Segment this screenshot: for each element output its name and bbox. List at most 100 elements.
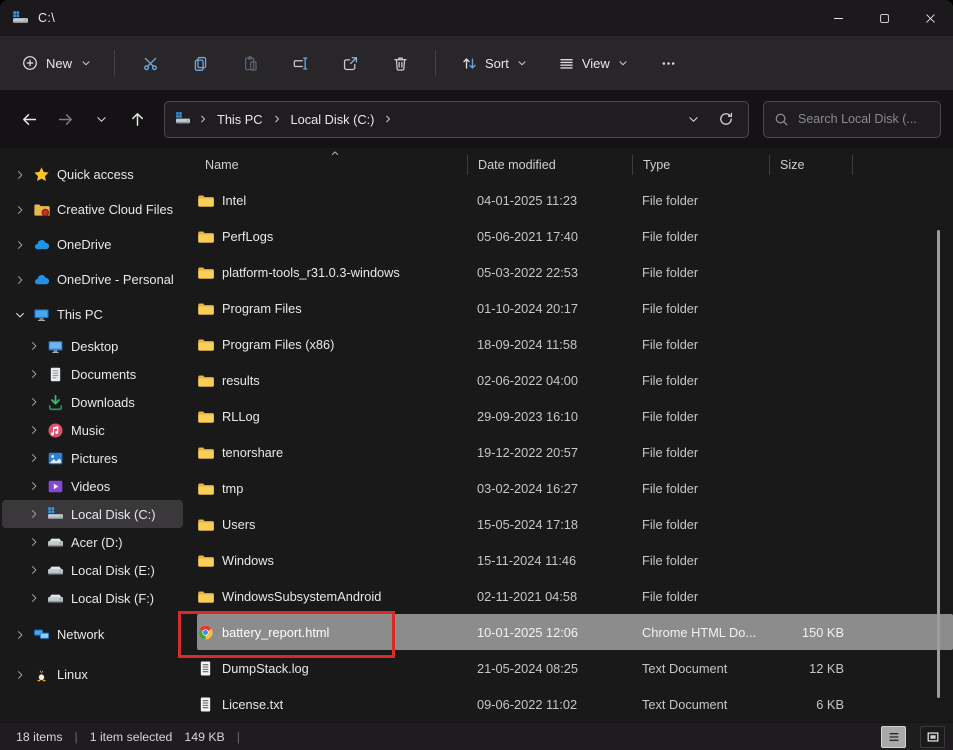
- file-name-cell: tenorshare: [197, 444, 467, 461]
- expander-chevron-icon[interactable]: [28, 368, 40, 380]
- sidebar-item-local-disk-f[interactable]: Local Disk (F:): [2, 584, 183, 612]
- scrollbar-thumb[interactable]: [937, 230, 940, 698]
- expander-chevron-icon[interactable]: [14, 309, 26, 321]
- address-dropdown-icon[interactable]: [687, 113, 700, 126]
- file-row[interactable]: battery_report.html 10-01-2025 12:06 Chr…: [197, 614, 953, 650]
- search-box[interactable]: [763, 101, 941, 138]
- more-options-button[interactable]: [647, 44, 691, 82]
- sidebar-item-local-disk-e[interactable]: Local Disk (E:): [2, 556, 183, 584]
- file-row[interactable]: results 02-06-2022 04:00 File folder: [197, 362, 953, 398]
- recent-locations-button[interactable]: [84, 102, 118, 136]
- file-row[interactable]: Program Files (x86) 18-09-2024 11:58 Fil…: [197, 326, 953, 362]
- sort-button[interactable]: Sort: [449, 44, 540, 82]
- file-name: RLLog: [222, 409, 260, 424]
- file-name: Windows: [222, 553, 274, 568]
- file-row[interactable]: WindowsSubsystemAndroid 02-11-2021 04:58…: [197, 578, 953, 614]
- sidebar-item-desktop[interactable]: Desktop: [2, 332, 183, 360]
- back-button[interactable]: [12, 102, 46, 136]
- sidebar-item-local-disk-c[interactable]: Local Disk (C:): [2, 500, 183, 528]
- minimize-button[interactable]: [815, 0, 861, 36]
- breadcrumb: This PC Local Disk (C:): [197, 109, 394, 130]
- file-name: platform-tools_r31.0.3-windows: [222, 265, 400, 280]
- file-date-modified: 15-05-2024 17:18: [467, 517, 632, 532]
- details-view-button[interactable]: [881, 726, 906, 748]
- expander-chevron-icon[interactable]: [14, 204, 26, 216]
- paste-button[interactable]: [228, 44, 272, 82]
- maximize-button[interactable]: [861, 0, 907, 36]
- up-button[interactable]: [120, 102, 154, 136]
- expander-chevron-icon[interactable]: [28, 480, 40, 492]
- file-icon: [197, 264, 214, 281]
- sidebar-item-acer-d[interactable]: Acer (D:): [2, 528, 183, 556]
- file-date-modified: 01-10-2024 20:17: [467, 301, 632, 316]
- expander-chevron-icon[interactable]: [28, 536, 40, 548]
- sidebar-item-pictures[interactable]: Pictures: [2, 444, 183, 472]
- address-bar[interactable]: This PC Local Disk (C:): [164, 101, 749, 138]
- column-header-type[interactable]: Type: [632, 155, 769, 175]
- sidebar-item-linux[interactable]: Linux: [2, 657, 183, 692]
- column-header-size[interactable]: Size: [769, 155, 852, 175]
- sidebar-item-this-pc[interactable]: This PC: [2, 297, 183, 332]
- sort-icon: [461, 55, 478, 72]
- large-icons-view-button[interactable]: [920, 726, 945, 748]
- file-date-modified: 10-01-2025 12:06: [467, 625, 632, 640]
- file-row[interactable]: License.txt 09-06-2022 11:02 Text Docume…: [197, 686, 953, 722]
- file-row[interactable]: Program Files 01-10-2024 20:17 File fold…: [197, 290, 953, 326]
- breadcrumb-segment[interactable]: Local Disk (C:): [285, 109, 381, 130]
- file-row[interactable]: Intel 04-01-2025 11:23 File folder: [197, 182, 953, 218]
- view-button[interactable]: View: [546, 44, 641, 82]
- column-header-name[interactable]: Name: [197, 155, 467, 175]
- expander-chevron-icon[interactable]: [28, 592, 40, 604]
- refresh-icon[interactable]: [718, 111, 734, 127]
- sidebar-item-documents[interactable]: Documents: [2, 360, 183, 388]
- expander-chevron-icon[interactable]: [28, 424, 40, 436]
- paste-icon: [242, 55, 259, 72]
- expander-chevron-icon[interactable]: [14, 239, 26, 251]
- file-row[interactable]: tenorshare 19-12-2022 20:57 File folder: [197, 434, 953, 470]
- copy-button[interactable]: [178, 44, 222, 82]
- file-row[interactable]: DumpStack.log 21-05-2024 08:25 Text Docu…: [197, 650, 953, 686]
- file-row[interactable]: Users 15-05-2024 17:18 File folder: [197, 506, 953, 542]
- forward-button[interactable]: [48, 102, 82, 136]
- expander-chevron-icon[interactable]: [28, 340, 40, 352]
- expander-chevron-icon[interactable]: [14, 274, 26, 286]
- share-button[interactable]: [328, 44, 372, 82]
- close-button[interactable]: [907, 0, 953, 36]
- expander-chevron-icon[interactable]: [14, 629, 26, 641]
- file-type: Text Document: [632, 697, 769, 712]
- expander-chevron-icon[interactable]: [28, 452, 40, 464]
- file-type: File folder: [632, 517, 769, 532]
- search-input[interactable]: [798, 112, 930, 126]
- sidebar-item-music[interactable]: Music: [2, 416, 183, 444]
- expander-chevron-icon[interactable]: [28, 564, 40, 576]
- breadcrumb-segment[interactable]: This PC: [211, 109, 269, 130]
- delete-button[interactable]: [378, 44, 422, 82]
- file-type: File folder: [632, 445, 769, 460]
- sidebar-item-quick-access[interactable]: Quick access: [2, 157, 183, 192]
- sidebar-item-creative-cloud-files[interactable]: Creative Cloud Files: [2, 192, 183, 227]
- file-row[interactable]: tmp 03-02-2024 16:27 File folder: [197, 470, 953, 506]
- expander-chevron-icon[interactable]: [28, 396, 40, 408]
- file-row[interactable]: Windows 15-11-2024 11:46 File folder: [197, 542, 953, 578]
- new-button[interactable]: New: [10, 47, 104, 79]
- cut-button[interactable]: [128, 44, 172, 82]
- column-header-date-modified[interactable]: Date modified: [467, 155, 632, 175]
- file-type: File folder: [632, 373, 769, 388]
- file-row[interactable]: platform-tools_r31.0.3-windows 05-03-202…: [197, 254, 953, 290]
- sidebar-item-icon: [47, 394, 64, 411]
- expander-chevron-icon[interactable]: [14, 169, 26, 181]
- expander-chevron-icon[interactable]: [28, 508, 40, 520]
- file-row[interactable]: PerfLogs 05-06-2021 17:40 File folder: [197, 218, 953, 254]
- rename-button[interactable]: [278, 44, 322, 82]
- file-name: tenorshare: [222, 445, 283, 460]
- sidebar-item-downloads[interactable]: Downloads: [2, 388, 183, 416]
- status-separator: |: [237, 730, 240, 744]
- window-controls: [815, 0, 953, 36]
- sidebar-item-onedrive-personal[interactable]: OneDrive - Personal: [2, 262, 183, 297]
- file-row[interactable]: RLLog 29-09-2023 16:10 File folder: [197, 398, 953, 434]
- sidebar-item-network[interactable]: Network: [2, 617, 183, 652]
- sidebar-item-onedrive[interactable]: OneDrive: [2, 227, 183, 262]
- expander-chevron-icon[interactable]: [14, 669, 26, 681]
- sidebar-item-videos[interactable]: Videos: [2, 472, 183, 500]
- file-name: License.txt: [222, 697, 283, 712]
